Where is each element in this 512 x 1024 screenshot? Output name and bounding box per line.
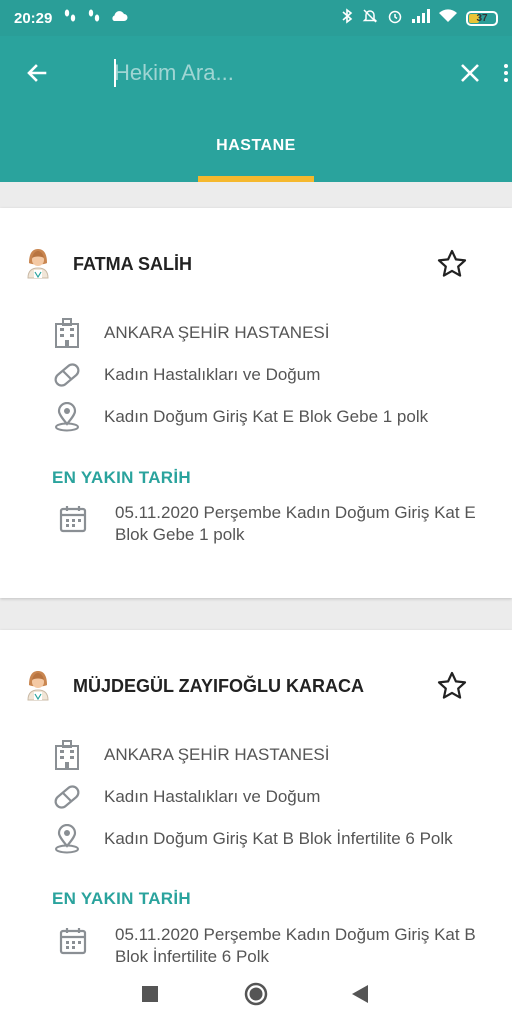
department-row: Kadın Hastalıkları ve Doğum [52,360,320,390]
status-bar: 20:29 37 [0,0,512,36]
location-row: Kadın Doğum Giriş Kat B Blok İnfertilite… [52,824,453,854]
text-caret [114,59,116,87]
pill-icon [54,785,80,809]
nearest-date-title: EN YAKIN TARİH [52,889,191,908]
arrow-left-icon [27,64,47,82]
department-name: Kadın Hastalıkları ve Doğum [104,365,321,384]
location-row: Kadın Doğum Giriş Kat E Blok Gebe 1 polk [52,402,428,432]
overflow-menu-button[interactable] [500,36,512,110]
signal-icon [412,9,430,27]
more-vert-icon [504,64,508,82]
favorite-star-icon[interactable] [436,670,468,702]
favorite-star-icon[interactable] [436,248,468,280]
location-text: Kadın Doğum Giriş Kat B Blok İnfertilite… [104,829,453,848]
wifi-icon [439,9,457,27]
system-nav-bar [0,962,512,1024]
hospital-row: ANKARA ŞEHİR HASTANESİ [52,318,329,348]
nearest-date-text: 05.11.2020 Perşembe Kadın Doğum Giriş Ka… [115,503,476,544]
home-button[interactable] [242,980,270,1008]
doctor-card[interactable]: FATMA SALİH ANKARA ŞEHİR HASTANESİ Kadın… [0,208,512,598]
doctor-avatar-icon [27,671,49,701]
hospital-row: ANKARA ŞEHİR HASTANESİ [52,740,329,770]
calendar-icon [59,928,87,955]
steps-icon [86,8,102,28]
steps-icon [62,8,78,28]
cloud-icon [110,9,128,27]
recents-button[interactable] [140,984,160,1004]
doctor-avatar-icon [27,249,49,279]
close-icon [461,64,479,82]
back-button[interactable] [0,36,74,110]
search-input[interactable] [114,60,414,86]
calendar-icon [59,506,87,533]
doctor-card[interactable]: MÜJDEGÜL ZAYIFOĞLU KARACA ANKARA ŞEHİR H… [0,630,512,970]
bluetooth-icon [341,8,353,28]
triangle-back-icon [352,985,368,1003]
mute-icon [362,8,378,28]
hospital-building-icon [55,318,79,348]
hospital-name: ANKARA ŞEHİR HASTANESİ [104,745,330,764]
nearest-date-title: EN YAKIN TARİH [52,468,191,487]
circle-icon [244,982,268,1006]
battery-icon: 37 [466,10,498,26]
location-pin-icon [55,824,79,854]
location-text: Kadın Doğum Giriş Kat E Blok Gebe 1 polk [104,407,429,426]
square-icon [142,986,158,1002]
hospital-building-icon [55,740,79,770]
hospital-name: ANKARA ŞEHİR HASTANESİ [104,323,330,342]
alarm-icon [387,8,403,28]
status-time: 20:29 [14,9,53,27]
department-name: Kadın Hastalıkları ve Doğum [104,787,321,806]
doctor-name: MÜJDEGÜL ZAYIFOĞLU KARACA [73,675,365,696]
tab-bar: HASTANE [0,110,512,182]
app-bar [0,36,512,110]
clear-button[interactable] [440,36,500,110]
department-row: Kadın Hastalıkları ve Doğum [52,782,320,812]
nearest-date-row[interactable]: 05.11.2020 Perşembe Kadın Doğum Giriş Ka… [58,502,495,546]
tab-indicator [198,176,314,182]
tab-hastane[interactable]: HASTANE [198,110,314,182]
doctor-name: FATMA SALİH [73,253,192,274]
back-nav-button[interactable] [350,984,370,1004]
location-pin-icon [55,402,79,432]
search-field[interactable] [114,53,440,93]
pill-icon [54,363,80,387]
